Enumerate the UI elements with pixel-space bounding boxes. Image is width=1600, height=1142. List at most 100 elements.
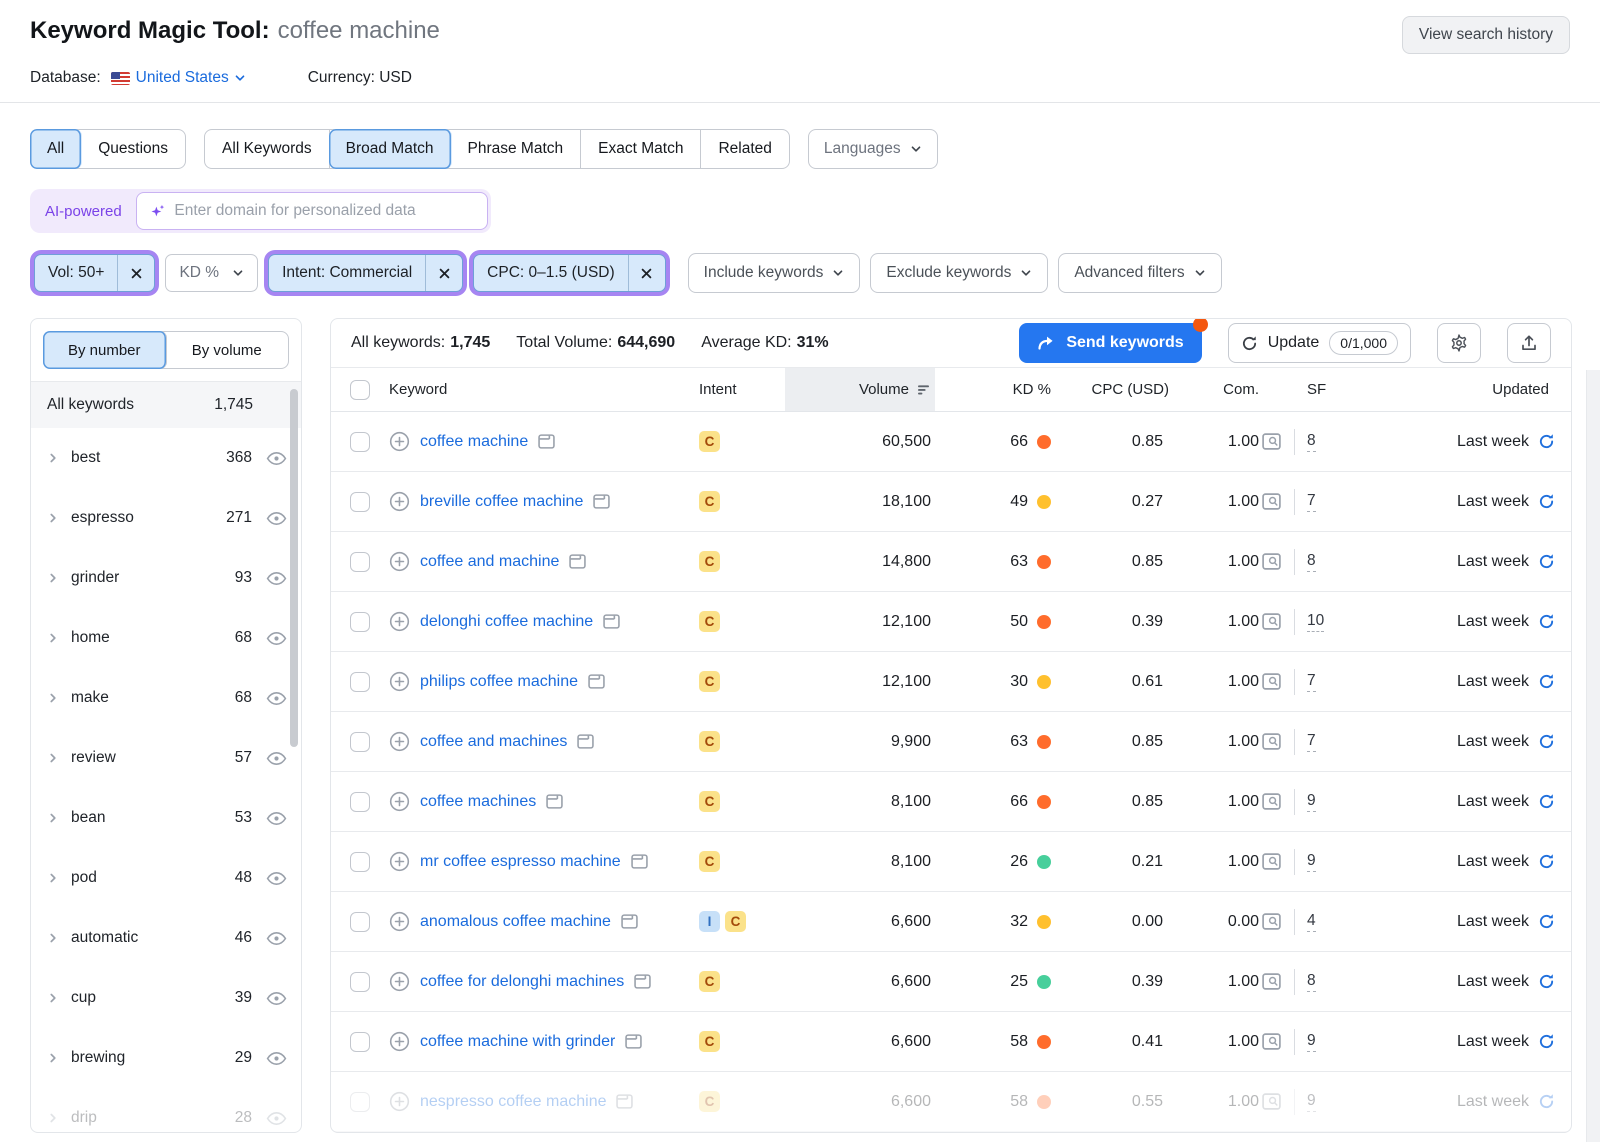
eye-icon[interactable] xyxy=(266,751,287,766)
refresh-metrics-icon[interactable] xyxy=(1538,733,1555,750)
eye-icon[interactable] xyxy=(266,1111,287,1126)
filter-chip[interactable]: Intent: Commercial xyxy=(268,254,463,292)
sf-count[interactable]: 7 xyxy=(1307,492,1316,512)
tab-related[interactable]: Related xyxy=(701,130,788,168)
sidebar-item-pod[interactable]: pod 48 xyxy=(31,848,301,908)
serp-preview-icon[interactable] xyxy=(1261,1032,1282,1051)
keyword-link[interactable]: delonghi coffee machine xyxy=(420,613,593,631)
tab-questions[interactable]: Questions xyxy=(81,130,185,168)
serp-page-icon[interactable] xyxy=(588,674,605,689)
tab-phrase-match[interactable]: Phrase Match xyxy=(451,130,582,168)
row-checkbox[interactable] xyxy=(350,552,370,572)
sidebar-item-bean[interactable]: bean 53 xyxy=(31,788,301,848)
add-to-list-icon[interactable] xyxy=(389,1031,410,1052)
refresh-metrics-icon[interactable] xyxy=(1538,673,1555,690)
keyword-link[interactable]: breville coffee machine xyxy=(420,493,583,511)
view-search-history-button[interactable]: View search history xyxy=(1402,16,1570,54)
serp-preview-icon[interactable] xyxy=(1261,852,1282,871)
row-checkbox[interactable] xyxy=(350,852,370,872)
col-header-sf[interactable]: SF xyxy=(1259,368,1375,411)
sf-count[interactable]: 9 xyxy=(1307,852,1316,872)
update-button[interactable]: Update 0/1,000 xyxy=(1228,323,1411,363)
serp-preview-icon[interactable] xyxy=(1261,792,1282,811)
add-to-list-icon[interactable] xyxy=(389,791,410,812)
row-checkbox[interactable] xyxy=(350,1032,370,1052)
sidebar-scrollbar[interactable] xyxy=(290,389,298,747)
add-to-list-icon[interactable] xyxy=(389,671,410,692)
add-to-list-icon[interactable] xyxy=(389,551,410,572)
advanced-filters-dropdown[interactable]: Advanced filters xyxy=(1058,253,1221,293)
row-checkbox[interactable] xyxy=(350,672,370,692)
col-header-volume[interactable]: Volume xyxy=(785,368,935,411)
refresh-metrics-icon[interactable] xyxy=(1538,493,1555,510)
sf-count[interactable]: 7 xyxy=(1307,672,1316,692)
tab-exact-match[interactable]: Exact Match xyxy=(581,130,701,168)
serp-page-icon[interactable] xyxy=(621,914,638,929)
eye-icon[interactable] xyxy=(266,451,287,466)
filter-chip[interactable]: CPC: 0–1.5 (USD) xyxy=(473,254,665,292)
sidebar-sort-option[interactable]: By volume xyxy=(166,332,289,368)
eye-icon[interactable] xyxy=(266,511,287,526)
select-all-checkbox[interactable] xyxy=(350,380,370,400)
add-to-list-icon[interactable] xyxy=(389,431,410,452)
exclude-keywords-dropdown[interactable]: Exclude keywords xyxy=(870,253,1048,293)
remove-filter-icon[interactable] xyxy=(425,255,462,291)
export-button[interactable] xyxy=(1507,323,1551,363)
row-checkbox[interactable] xyxy=(350,492,370,512)
eye-icon[interactable] xyxy=(266,991,287,1006)
keyword-link[interactable]: coffee and machines xyxy=(420,733,567,751)
tab-all[interactable]: All xyxy=(30,129,82,169)
keyword-link[interactable]: mr coffee espresso machine xyxy=(420,853,621,871)
refresh-metrics-icon[interactable] xyxy=(1538,973,1555,990)
serp-page-icon[interactable] xyxy=(538,434,555,449)
serp-page-icon[interactable] xyxy=(546,794,563,809)
sf-count[interactable]: 8 xyxy=(1307,432,1316,452)
serp-page-icon[interactable] xyxy=(625,1034,642,1049)
row-checkbox[interactable] xyxy=(350,972,370,992)
refresh-metrics-icon[interactable] xyxy=(1538,1093,1555,1110)
add-to-list-icon[interactable] xyxy=(389,911,410,932)
eye-icon[interactable] xyxy=(266,571,287,586)
filter-chip[interactable]: KD % xyxy=(165,254,258,292)
sidebar-item-cup[interactable]: cup 39 xyxy=(31,968,301,1028)
row-checkbox[interactable] xyxy=(350,432,370,452)
sf-count[interactable]: 9 xyxy=(1307,1092,1316,1112)
domain-input[interactable] xyxy=(174,202,473,220)
refresh-metrics-icon[interactable] xyxy=(1538,433,1555,450)
eye-icon[interactable] xyxy=(266,871,287,886)
sf-count[interactable]: 9 xyxy=(1307,792,1316,812)
sf-count[interactable]: 7 xyxy=(1307,732,1316,752)
serp-preview-icon[interactable] xyxy=(1261,912,1282,931)
serp-preview-icon[interactable] xyxy=(1261,432,1282,451)
sidebar-item-review[interactable]: review 57 xyxy=(31,728,301,788)
sf-count[interactable]: 10 xyxy=(1307,612,1324,632)
refresh-metrics-icon[interactable] xyxy=(1538,1033,1555,1050)
serp-preview-icon[interactable] xyxy=(1261,492,1282,511)
add-to-list-icon[interactable] xyxy=(389,1091,410,1112)
sidebar-item-make[interactable]: make 68 xyxy=(31,668,301,728)
serp-preview-icon[interactable] xyxy=(1261,732,1282,751)
filter-chip[interactable]: Vol: 50+ xyxy=(34,254,155,292)
sidebar-sort-option[interactable]: By number xyxy=(43,331,167,369)
keyword-link[interactable]: anomalous coffee machine xyxy=(420,913,611,931)
row-checkbox[interactable] xyxy=(350,612,370,632)
languages-dropdown[interactable]: Languages xyxy=(808,129,938,169)
sf-count[interactable]: 9 xyxy=(1307,1032,1316,1052)
remove-filter-icon[interactable] xyxy=(628,255,665,291)
keyword-link[interactable]: coffee and machine xyxy=(420,553,559,571)
tab-all-keywords[interactable]: All Keywords xyxy=(205,130,330,168)
sidebar-item-espresso[interactable]: espresso 271 xyxy=(31,488,301,548)
col-header-keyword[interactable]: Keyword xyxy=(389,368,699,411)
serp-preview-icon[interactable] xyxy=(1261,672,1282,691)
row-checkbox[interactable] xyxy=(350,732,370,752)
refresh-metrics-icon[interactable] xyxy=(1538,793,1555,810)
eye-icon[interactable] xyxy=(266,931,287,946)
row-checkbox[interactable] xyxy=(350,1092,370,1112)
col-header-cpc[interactable]: CPC (USD) xyxy=(1051,368,1169,411)
tab-broad-match[interactable]: Broad Match xyxy=(329,129,452,169)
sidebar-item-home[interactable]: home 68 xyxy=(31,608,301,668)
serp-preview-icon[interactable] xyxy=(1261,612,1282,631)
keyword-link[interactable]: nespresso coffee machine xyxy=(420,1093,606,1111)
eye-icon[interactable] xyxy=(266,631,287,646)
eye-icon[interactable] xyxy=(266,1051,287,1066)
